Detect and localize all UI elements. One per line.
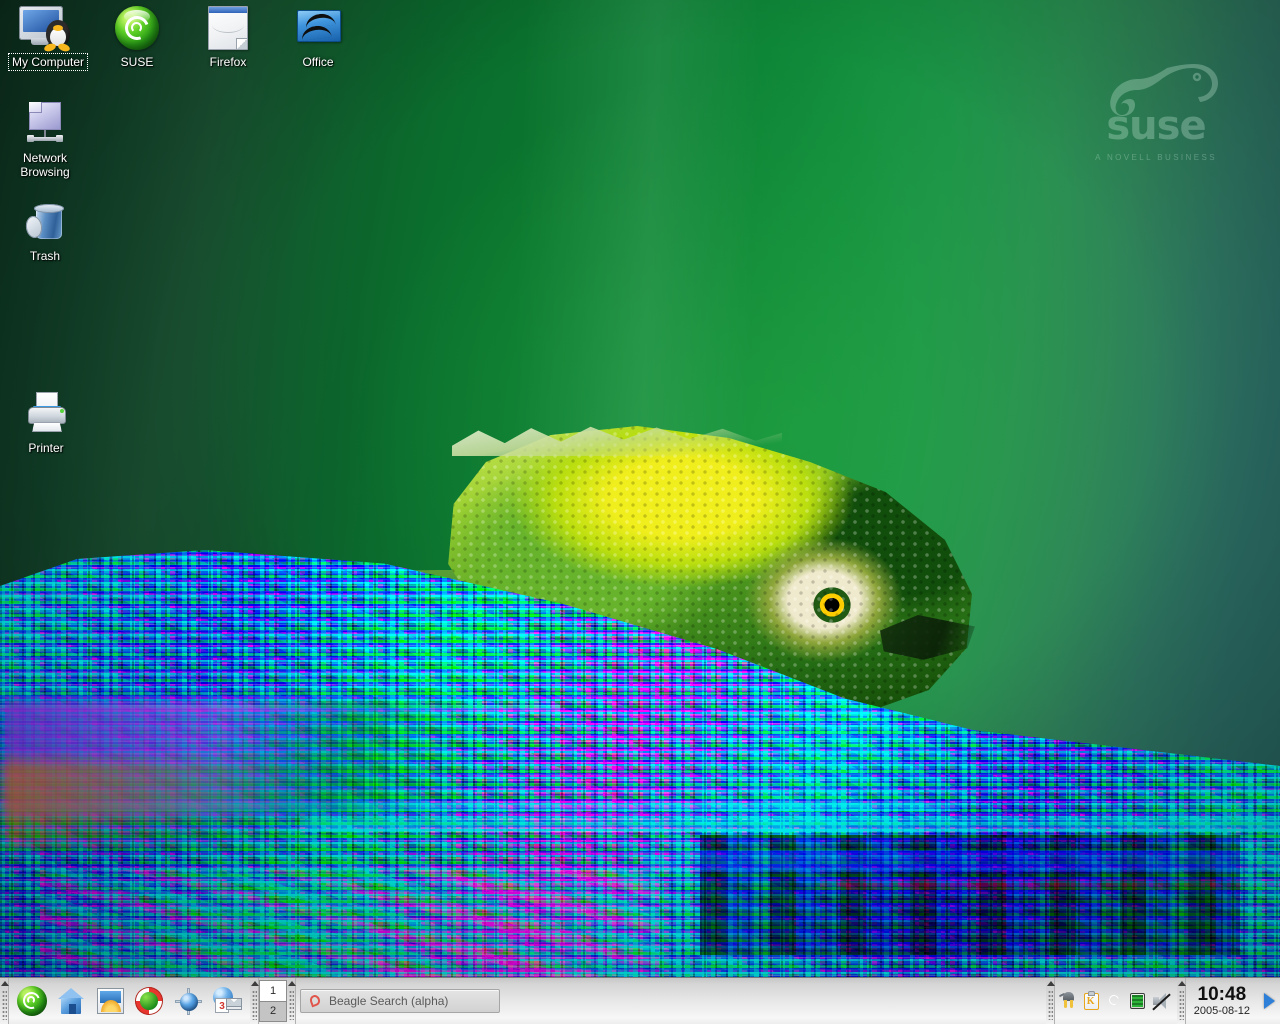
image-shell-icon [97, 988, 124, 1014]
virtual-desktop-pager[interactable]: 1 2 [259, 978, 287, 1024]
taskbar-drag-handle[interactable] [0, 978, 9, 1024]
taskbar[interactable]: 3 1 2 Beagle Search (alpha) K 10:48 2005… [0, 977, 1280, 1024]
desktop-icon-network-browsing[interactable]: Network Browsing [0, 100, 90, 181]
quick-launch-area: 3 [9, 978, 250, 1024]
pager-desktop-2[interactable]: 2 [260, 1000, 286, 1021]
printer-icon [1, 390, 91, 438]
desktop-icon-suse[interactable]: SUSE [92, 4, 182, 71]
beagle-icon [308, 993, 322, 1008]
desktop-icon-trash[interactable]: Trash [0, 198, 90, 265]
clock-time: 10:48 [1197, 983, 1247, 1005]
kontact-mail-calendar-icon: 3 [213, 987, 242, 1015]
home-house-icon [58, 988, 84, 1014]
system-tray: K [1055, 978, 1177, 1024]
arrow-right-icon [1263, 993, 1275, 1009]
start-menu-button[interactable] [15, 984, 49, 1018]
desktop-icon-label: SUSE [120, 55, 154, 69]
lifesaver-help-icon [135, 987, 163, 1015]
desktop-icon-office[interactable]: Office [273, 4, 363, 71]
suse-sphere-icon [92, 4, 182, 52]
desktop-icon-label: Office [302, 55, 334, 69]
tasklist-drag-handle[interactable] [287, 978, 296, 1024]
power-plug-icon[interactable] [1058, 991, 1078, 1011]
openoffice-gulls-icon [273, 4, 363, 52]
document-icon [183, 4, 273, 52]
kontact-button[interactable]: 3 [210, 984, 244, 1018]
computer-tux-icon [3, 4, 93, 53]
pager-drag-handle[interactable] [250, 978, 259, 1024]
pager-desktop-1[interactable]: 1 [260, 981, 286, 1001]
task-list: Beagle Search (alpha) [296, 978, 1046, 1024]
desktop-icon-label: Network Browsing [20, 151, 70, 179]
network-monitor-icon[interactable] [1128, 992, 1147, 1011]
task-button-beagle-search[interactable]: Beagle Search (alpha) [300, 989, 500, 1013]
task-button-label: Beagle Search (alpha) [329, 994, 449, 1008]
clipboard-k-icon[interactable]: K [1082, 990, 1101, 1011]
desktop-icon-printer[interactable]: Printer [1, 390, 91, 457]
image-viewer-button[interactable] [93, 984, 127, 1018]
desktop-icon-label: Firefox [209, 55, 247, 69]
trash-can-icon [0, 198, 90, 246]
desktop-icon-label: Printer [28, 441, 64, 455]
suse-start-icon [17, 986, 47, 1016]
home-folder-button[interactable] [54, 984, 88, 1018]
taskbar-clock[interactable]: 10:48 2005-08-12 [1186, 978, 1258, 1024]
desktop-icon-my-computer[interactable]: My Computer [3, 4, 93, 71]
network-cube-icon [0, 100, 90, 148]
desktop-icon-firefox[interactable]: Firefox [183, 4, 273, 71]
suse-ball-icon[interactable] [1105, 992, 1124, 1011]
wallpaper-vignette [0, 0, 1280, 1024]
konqueror-globe-icon [175, 988, 202, 1015]
panel-hide-button[interactable] [1258, 978, 1280, 1024]
systray-drag-handle[interactable] [1045, 978, 1055, 1024]
desktop-icon-label: My Computer [7, 53, 89, 71]
clock-date: 2005-08-12 [1193, 1004, 1250, 1017]
web-browser-button[interactable] [171, 984, 205, 1018]
speaker-muted-icon[interactable] [1151, 992, 1171, 1011]
desktop-root[interactable]: suse A NOVELL BUSINESS My Computer SUSE … [0, 0, 1280, 1024]
desktop-icon-label: Trash [29, 249, 61, 263]
clock-drag-handle[interactable] [1176, 978, 1186, 1024]
help-center-button[interactable] [132, 984, 166, 1018]
